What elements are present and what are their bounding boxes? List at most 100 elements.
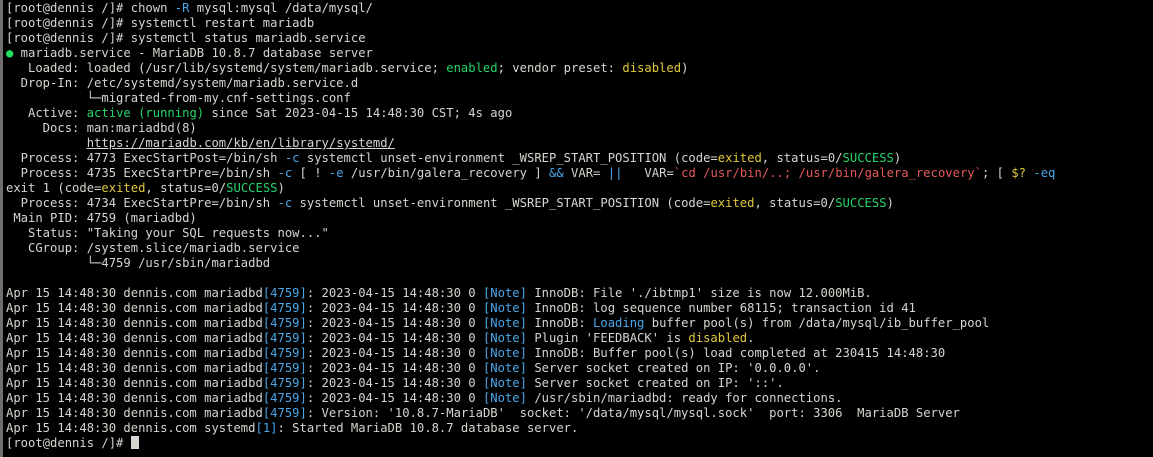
- terminal-text-segment: ||: [607, 166, 623, 180]
- terminal-text-segment: Apr 15 14:48:30 dennis.com mariadbd: [6, 346, 263, 360]
- terminal-text-segment: exited: [710, 196, 755, 210]
- terminal-text-segment: exited: [717, 151, 762, 165]
- terminal-text-segment: [Note]: [482, 286, 527, 300]
- terminal-text-segment: exited: [101, 181, 146, 195]
- terminal-text-segment: [Note]: [482, 361, 527, 375]
- terminal-text-segment: : Version: '10.8.7-MariaDB' socket: '/da…: [306, 406, 960, 420]
- terminal-text-segment: [Note]: [482, 346, 527, 360]
- terminal-line: Status: "Taking your SQL requests now...…: [6, 226, 1153, 241]
- terminal-text-segment: /usr/sbin/mariadbd: ready for connection…: [526, 391, 843, 405]
- terminal-text-segment: [4759]: [262, 301, 307, 315]
- terminal-text-segment: Apr 15 14:48:30 dennis.com mariadbd: [6, 316, 263, 330]
- terminal-line: Active: active (running) since Sat 2023-…: [6, 106, 1153, 121]
- terminal-text-segment: : 2023-04-15 14:48:30 0: [306, 361, 483, 375]
- terminal-text-segment: [Note]: [482, 331, 527, 345]
- terminal-line: Process: 4773 ExecStartPost=/bin/sh -c s…: [6, 151, 1153, 166]
- terminal-text-segment: : 2023-04-15 14:48:30 0: [306, 316, 483, 330]
- terminal-text-segment: -c: [277, 196, 293, 210]
- terminal-text-segment: Apr 15 14:48:30 dennis.com systemd: [6, 421, 256, 435]
- terminal-window[interactable]: [root@dennis /]# chown -R mysql:mysql /d…: [0, 0, 1153, 457]
- terminal-text-segment: [4759]: [262, 391, 307, 405]
- terminal-text-segment: └─migrated-from-my.cnf-settings.conf: [6, 91, 351, 105]
- terminal-text-segment: [4759]: [262, 346, 307, 360]
- terminal-text-segment: [4759]: [262, 406, 307, 420]
- terminal-text-segment: Server socket created on IP: '::'.: [526, 376, 784, 390]
- terminal-text-segment: [Note]: [482, 376, 527, 390]
- terminal-text-segment: buffer pool(s) from /data/mysql/ib_buffe…: [644, 316, 990, 330]
- terminal-text-segment: : Started MariaDB 10.8.7 database server…: [277, 421, 579, 435]
- terminal-line: [root@dennis /]# systemctl status mariad…: [6, 31, 1153, 46]
- terminal-text-segment: enabled: [446, 61, 498, 75]
- terminal-text-segment: Apr 15 14:48:30 dennis.com mariadbd: [6, 406, 263, 420]
- terminal-line: Apr 15 14:48:30 dennis.com mariadbd[4759…: [6, 391, 1153, 406]
- window-left-border: [0, 0, 3, 457]
- terminal-line: https://mariadb.com/kb/en/library/system…: [6, 136, 1153, 151]
- terminal-text-segment: /usr/bin/galera_recovery ]: [343, 166, 550, 180]
- terminal-text-segment: : 2023-04-15 14:48:30 0: [306, 376, 483, 390]
- terminal-line: Apr 15 14:48:30 dennis.com mariadbd[4759…: [6, 376, 1153, 391]
- terminal-text-segment: [root@dennis /]# chown: [6, 1, 175, 15]
- terminal-text-segment: -eq: [1033, 166, 1056, 180]
- terminal-text-segment: ): [893, 151, 902, 165]
- terminal-text-segment: Active:: [6, 106, 87, 120]
- terminal-line: exit 1 (code=exited, status=0/SUCCESS): [6, 181, 1153, 196]
- terminal-text-segment: Apr 15 14:48:30 dennis.com mariadbd: [6, 331, 263, 345]
- terminal-text-segment: VAR=: [622, 166, 674, 180]
- terminal-text-segment: InnoDB: Buffer pool(s) load completed at…: [526, 346, 946, 360]
- terminal-text-segment: [4759]: [262, 361, 307, 375]
- terminal-text-segment: Drop-In: /etc/systemd/system/mariadb.ser…: [6, 76, 359, 90]
- terminal-line: Apr 15 14:48:30 dennis.com mariadbd[4759…: [6, 361, 1153, 376]
- terminal-text-segment: systemctl unset-environment _WSREP_START…: [299, 151, 718, 165]
- terminal-text-segment: : 2023-04-15 14:48:30 0: [306, 331, 483, 345]
- terminal-text-segment: .: [747, 331, 755, 345]
- terminal-text-segment: Apr 15 14:48:30 dennis.com mariadbd: [6, 376, 263, 390]
- terminal-text-segment: &&: [549, 166, 564, 180]
- terminal-text-segment: , status=0/: [761, 151, 843, 165]
- terminal-text-segment: : 2023-04-15 14:48:30 0: [306, 301, 483, 315]
- terminal-line: [root@dennis /]# systemctl restart maria…: [6, 16, 1153, 31]
- terminal-line: Drop-In: /etc/systemd/system/mariadb.ser…: [6, 76, 1153, 91]
- terminal-text-segment: -R: [174, 1, 190, 15]
- terminal-text-segment: Process: 4773 ExecStartPost=/bin/sh: [6, 151, 285, 165]
- terminal-line: Apr 15 14:48:30 dennis.com mariadbd[4759…: [6, 286, 1153, 301]
- terminal-text-segment: systemctl unset-environment _WSREP_START…: [292, 196, 711, 210]
- terminal-text-segment: SUCCESS: [842, 151, 894, 165]
- terminal-line: Loaded: loaded (/usr/lib/systemd/system/…: [6, 61, 1153, 76]
- text-cursor: [130, 436, 139, 449]
- terminal-line: CGroup: /system.slice/mariadb.service: [6, 241, 1153, 256]
- terminal-text-segment: since Sat 2023-04-15 14:48:30 CST; 4s ag…: [204, 106, 513, 120]
- command-prompt-line[interactable]: [root@dennis /]#: [6, 436, 1153, 451]
- terminal-text-segment: Loading: [593, 316, 645, 330]
- terminal-output: [root@dennis /]# chown -R mysql:mysql /d…: [6, 1, 1153, 436]
- terminal-text-segment: mysql:mysql /data/mysql/: [189, 1, 373, 15]
- terminal-text-segment: InnoDB: File './ibtmp1' size is now 12.0…: [526, 286, 872, 300]
- terminal-text-segment: Docs: man:mariadbd(8): [6, 121, 197, 135]
- terminal-text-segment: [1]: [255, 421, 278, 435]
- terminal-text-segment: InnoDB: log sequence number 68115; trans…: [526, 301, 916, 315]
- shell-prompt: [root@dennis /]#: [6, 436, 131, 450]
- terminal-text-segment: Apr 15 14:48:30 dennis.com mariadbd: [6, 391, 263, 405]
- terminal-text-segment: -c: [277, 166, 293, 180]
- terminal-text-segment: : 2023-04-15 14:48:30 0: [306, 346, 483, 360]
- terminal-line: └─4759 /usr/sbin/mariadbd: [6, 256, 1153, 271]
- docs-link[interactable]: https://mariadb.com/kb/en/library/system…: [87, 136, 395, 150]
- terminal-line: Main PID: 4759 (mariadbd): [6, 211, 1153, 226]
- terminal-text-segment: Loaded: loaded (/usr/lib/systemd/system/…: [6, 61, 447, 75]
- terminal-line: Docs: man:mariadbd(8): [6, 121, 1153, 136]
- terminal-line: [root@dennis /]# chown -R mysql:mysql /d…: [6, 1, 1153, 16]
- terminal-text-segment: , status=0/: [145, 181, 227, 195]
- terminal-text-segment: mariadb.service - MariaDB 10.8.7 databas…: [13, 46, 373, 60]
- terminal-line: ● mariadb.service - MariaDB 10.8.7 datab…: [6, 46, 1153, 61]
- terminal-text-segment: [root@dennis /]# systemctl restart maria…: [6, 16, 315, 30]
- terminal-text-segment: Main PID: 4759 (mariadbd): [6, 211, 197, 225]
- terminal-text-segment: [ !: [292, 166, 329, 180]
- terminal-line: Process: 4735 ExecStartPre=/bin/sh -c [ …: [6, 166, 1153, 181]
- terminal-text-segment: active (running): [86, 106, 205, 120]
- terminal-text-segment: -e: [328, 166, 344, 180]
- terminal-text-segment: disabled: [622, 61, 682, 75]
- terminal-text-segment: ; [: [981, 166, 1012, 180]
- terminal-line: Apr 15 14:48:30 dennis.com mariadbd[4759…: [6, 331, 1153, 346]
- terminal-text-segment: ; vendor preset:: [497, 61, 623, 75]
- terminal-text-segment: VAR=: [563, 166, 608, 180]
